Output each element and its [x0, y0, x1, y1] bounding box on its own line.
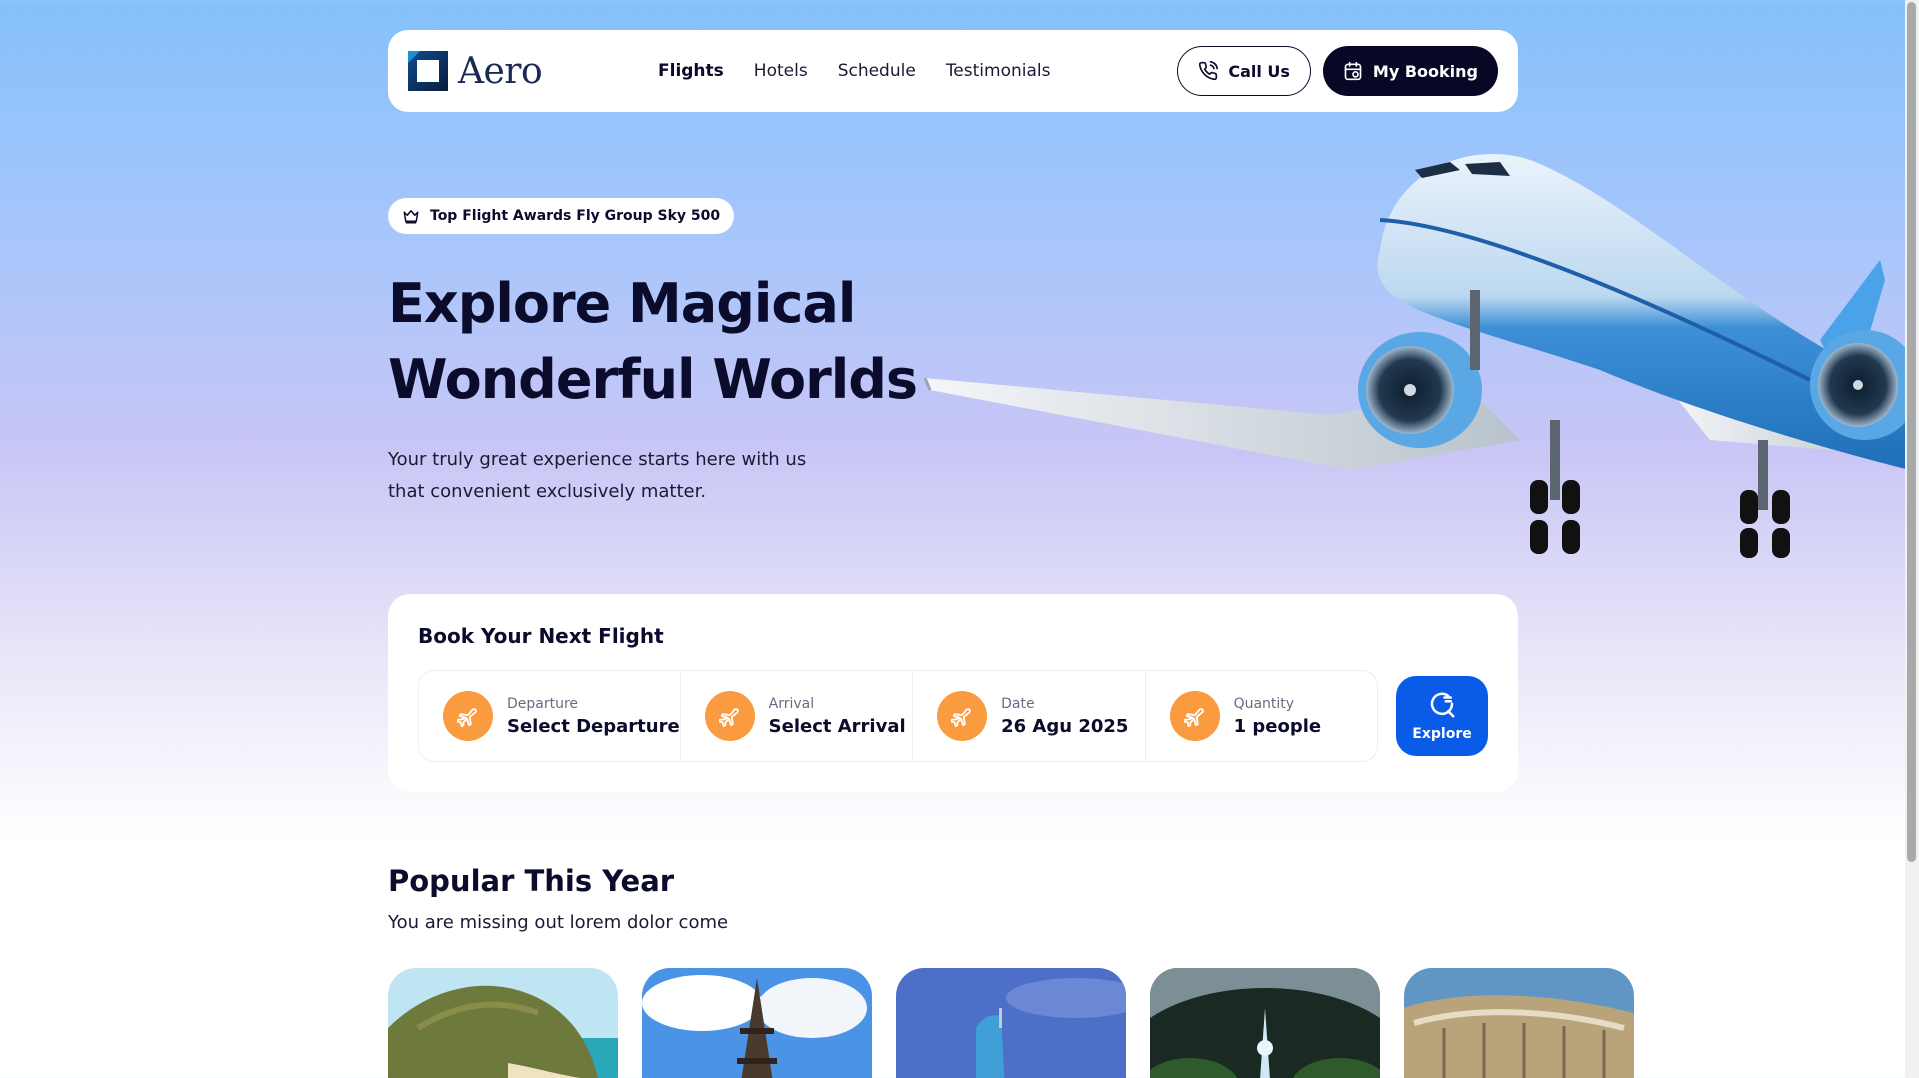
booking-fields: Departure Select Departure Arrival Selec… — [418, 670, 1378, 762]
date-field[interactable]: Date 26 Agu 2025 — [913, 671, 1146, 761]
destination-card-city[interactable] — [896, 968, 1126, 1078]
departure-value: Select Departure — [507, 715, 680, 737]
departure-field[interactable]: Departure Select Departure — [419, 671, 681, 761]
building-image — [1404, 968, 1634, 1078]
booking-title: Book Your Next Flight — [418, 624, 664, 648]
city-image — [896, 968, 1126, 1078]
destination-card-jewel[interactable] — [1150, 968, 1380, 1078]
airplane-illustration — [923, 154, 1910, 558]
temple-image — [642, 968, 872, 1078]
quantity-field[interactable]: Quantity 1 people — [1146, 671, 1377, 761]
my-booking-button[interactable]: My Booking — [1322, 46, 1498, 96]
destination-card-island[interactable] — [388, 968, 618, 1078]
calendar-icon — [1344, 61, 1362, 81]
arrival-value: Select Arrival — [768, 715, 906, 737]
plane-icon — [443, 691, 493, 741]
quantity-value: 1 people — [1233, 715, 1322, 737]
nav-actions: Call Us My Booking — [1177, 46, 1498, 96]
plane-icon — [937, 691, 988, 741]
destination-cards — [388, 968, 1634, 1078]
arrival-field[interactable]: Arrival Select Arrival — [681, 671, 914, 761]
destination-card-building[interactable] — [1404, 968, 1634, 1078]
popular-title: Popular This Year — [388, 864, 675, 898]
hero-subtitle: Your truly great experience starts here … — [388, 444, 828, 508]
quantity-label: Quantity — [1233, 695, 1295, 712]
brand-name: Aero — [458, 50, 543, 92]
logo-icon — [408, 51, 448, 91]
top-navbar: Aero Flights Hotels Schedule Testimonial… — [388, 30, 1518, 112]
plane-icon — [1169, 691, 1220, 741]
search-icon — [1430, 692, 1455, 718]
explore-label: Explore — [1412, 726, 1472, 742]
island-image — [388, 968, 618, 1078]
date-label: Date — [1001, 695, 1035, 712]
hero-title-line2: Wonderful Worlds — [388, 348, 918, 411]
brand-logo[interactable]: Aero — [408, 51, 668, 92]
nav-link-schedule[interactable]: Schedule — [838, 61, 916, 81]
phone-icon — [1199, 61, 1219, 81]
explore-button[interactable]: Explore — [1396, 676, 1488, 756]
call-us-label: Call Us — [1228, 61, 1290, 81]
hero-title: Explore Magical Wonderful Worlds — [388, 266, 948, 418]
hero-title-line1: Explore Magical — [388, 272, 856, 335]
crown-icon — [403, 210, 419, 224]
arrival-label: Arrival — [768, 695, 815, 712]
date-value: 26 Agu 2025 — [1001, 715, 1129, 737]
call-us-button[interactable]: Call Us — [1177, 46, 1311, 96]
destination-card-temple[interactable] — [642, 968, 872, 1078]
hero-subtitle-line1: Your truly great experience starts here … — [388, 449, 807, 470]
nav-links: Flights Hotels Schedule Testimonials — [658, 61, 1177, 81]
booking-card: Book Your Next Flight Departure Select D… — [388, 594, 1518, 792]
nav-link-testimonials[interactable]: Testimonials — [946, 61, 1051, 81]
hero-subtitle-line2: that convenient exclusively matter. — [388, 481, 707, 502]
nav-link-flights[interactable]: Flights — [658, 61, 724, 81]
scrollbar-thumb[interactable] — [1907, 2, 1916, 862]
plane-icon — [704, 691, 755, 741]
award-badge-text: Top Flight Awards Fly Group Sky 500 — [430, 208, 721, 224]
vertical-scrollbar[interactable] — [1905, 0, 1919, 1078]
my-booking-label: My Booking — [1372, 61, 1478, 81]
jewel-image — [1150, 968, 1380, 1078]
departure-label: Departure — [507, 695, 579, 712]
award-badge: Top Flight Awards Fly Group Sky 500 — [388, 198, 735, 234]
popular-subtitle: You are missing out lorem dolor come — [388, 912, 729, 933]
nav-link-hotels[interactable]: Hotels — [754, 61, 808, 81]
